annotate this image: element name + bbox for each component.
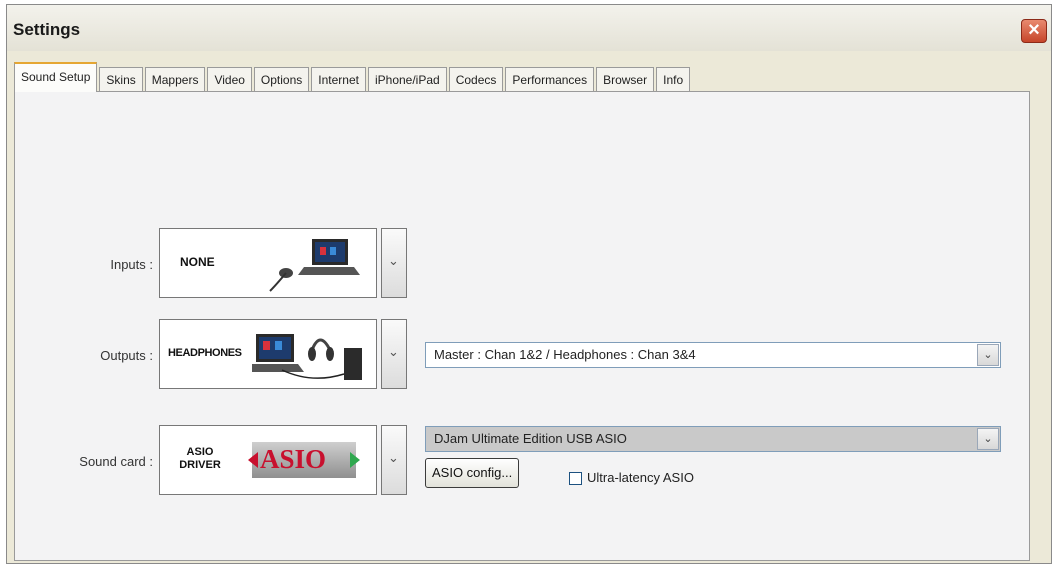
outputs-routing-select[interactable]: Master : Chan 1&2 / Headphones : Chan 3&… [425, 342, 1001, 368]
tab-performances[interactable]: Performances [505, 67, 595, 92]
ultra-latency-label: Ultra-latency ASIO [587, 470, 694, 485]
asio-driver-value: DJam Ultimate Edition USB ASIO [434, 431, 627, 446]
asio-green-arrow-icon [350, 452, 360, 468]
title-bar: Settings × [7, 5, 1051, 51]
tab-mappers[interactable]: Mappers [144, 67, 206, 92]
tab-video[interactable]: Video [207, 67, 252, 92]
tab-iphone-ipad[interactable]: iPhone/iPad [367, 67, 447, 92]
asio-driver-text: ASIO DRIVER [179, 446, 221, 471]
laptop-mouse-icon [269, 239, 360, 292]
chevron-down-icon[interactable]: ⌄ [977, 428, 999, 450]
inputs-label: Inputs : [110, 257, 153, 272]
asio-config-button[interactable]: ASIO config... [425, 458, 520, 488]
tab-options[interactable]: Options [253, 67, 310, 92]
tab-internet[interactable]: Internet [311, 67, 366, 92]
tab-codecs[interactable]: Codecs [448, 67, 504, 92]
asio-red-arrow-icon [248, 452, 258, 468]
inputs-device-select[interactable]: NONE [159, 228, 377, 298]
tab-browser[interactable]: Browser [596, 67, 655, 92]
outputs-label: Outputs : [100, 348, 153, 363]
outputs-routing-value: Master : Chan 1&2 / Headphones : Chan 3&… [434, 347, 696, 362]
chevron-down-icon: ⌄ [388, 253, 399, 268]
ultra-latency-checkbox[interactable] [569, 472, 582, 485]
soundcard-dropdown-button[interactable]: ⌄ [381, 425, 407, 495]
chevron-down-icon[interactable]: ⌄ [977, 344, 999, 366]
sound-setup-panel: Inputs : NONE ⌄ Outputs : HEADPHONES ⌄ M… [14, 91, 1030, 561]
asio-logo: ASIO [248, 442, 360, 478]
chevron-down-icon: ⌄ [388, 450, 399, 465]
close-button[interactable]: × [1021, 19, 1047, 43]
tab-skins[interactable]: Skins [99, 67, 143, 92]
tab-bar: Sound Setup Skins Mappers Video Options … [14, 62, 692, 92]
outputs-dropdown-button[interactable]: ⌄ [381, 319, 407, 389]
tab-info[interactable]: Info [656, 67, 691, 92]
laptop-headphones-icon [252, 334, 362, 380]
asio-driver-select[interactable]: DJam Ultimate Edition USB ASIO ⌄ [425, 426, 1001, 452]
outputs-device-select[interactable]: HEADPHONES [159, 319, 377, 389]
soundcard-label: Sound card : [79, 454, 153, 469]
inputs-device-text: NONE [180, 255, 215, 269]
tab-sound-setup[interactable]: Sound Setup [14, 62, 98, 92]
inputs-dropdown-button[interactable]: ⌄ [381, 228, 407, 298]
chevron-down-icon: ⌄ [388, 344, 399, 359]
close-icon: × [1028, 19, 1040, 41]
outputs-device-text: HEADPHONES [168, 347, 242, 359]
window-title: Settings [13, 20, 81, 39]
soundcard-device-select[interactable]: ASIO DRIVER ASIO [159, 425, 377, 495]
